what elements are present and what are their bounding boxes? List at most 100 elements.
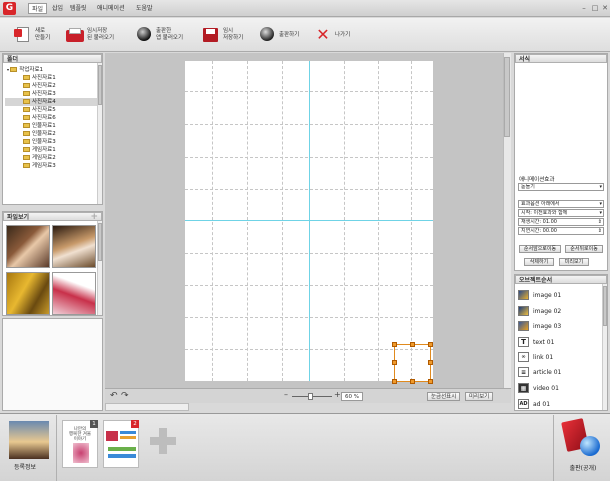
close-icon[interactable]: ✕ bbox=[601, 4, 609, 12]
folder-item[interactable]: 게임자료3 bbox=[23, 162, 56, 170]
file-thumbnail[interactable] bbox=[6, 225, 50, 268]
object-item[interactable]: image 03 bbox=[518, 319, 600, 333]
menu-help[interactable]: 도움말 bbox=[133, 3, 156, 14]
start-select[interactable]: 시작: 이전효과와 함께 ▾ bbox=[518, 209, 604, 217]
delete-button[interactable]: 삭제하기 bbox=[524, 258, 554, 266]
resize-handle[interactable] bbox=[392, 360, 397, 365]
selected-object[interactable] bbox=[392, 342, 433, 384]
file-thumbnail[interactable] bbox=[52, 225, 96, 268]
new-label: 새로 만들기 bbox=[35, 28, 51, 41]
published-load-button[interactable]: 출판한 앱 불러오기 bbox=[135, 23, 183, 47]
globe-icon bbox=[580, 436, 600, 456]
add-page-icon[interactable] bbox=[150, 428, 176, 454]
folder-item[interactable]: 사진자료2 bbox=[23, 82, 56, 90]
add-icon[interactable]: + bbox=[90, 213, 98, 222]
object-item[interactable]: Ttext 01 bbox=[518, 335, 600, 349]
register-thumbnail[interactable] bbox=[9, 421, 49, 459]
folder-item[interactable]: 인물자료2 bbox=[23, 130, 56, 138]
play-time-field[interactable]: 재생시간: 01.00 ⇕ bbox=[518, 218, 604, 226]
menu-template[interactable]: 템플릿 bbox=[67, 3, 90, 14]
folder-item[interactable]: 인물자료3 bbox=[23, 138, 56, 146]
folder-item[interactable]: 사진자료5 bbox=[23, 106, 56, 114]
resize-handle[interactable] bbox=[410, 379, 415, 384]
page-number-2: 2 bbox=[131, 420, 139, 428]
delay-time-field[interactable]: 지연시간: 00.00 ⇕ bbox=[518, 227, 604, 235]
horizontal-guide[interactable] bbox=[185, 220, 433, 221]
file-view-scrollbar[interactable] bbox=[97, 221, 102, 315]
zoom-out-icon[interactable]: – bbox=[284, 390, 288, 399]
menu-file[interactable]: 파일 bbox=[28, 3, 48, 14]
menu-insert[interactable]: 삽입 bbox=[49, 3, 66, 14]
canvas-vscrollbar[interactable] bbox=[503, 53, 511, 388]
animation-effect-label: 애니메이션효과 bbox=[519, 177, 555, 183]
resize-handle[interactable] bbox=[392, 342, 397, 347]
zoom-value[interactable]: 60 % bbox=[341, 392, 363, 401]
temp-load-button[interactable]: 임시저장 된 불러오기 bbox=[66, 23, 114, 47]
style-preview-button[interactable]: 미리보기 bbox=[559, 258, 589, 266]
publish-button[interactable]: 출판(공개) bbox=[558, 416, 608, 478]
folder-scrollbar[interactable] bbox=[97, 63, 102, 204]
folder-item-selected[interactable]: 사진자료4 bbox=[5, 98, 98, 106]
redo-icon[interactable]: ↷ bbox=[121, 391, 129, 401]
object-item[interactable]: AD ad 01 bbox=[518, 397, 600, 411]
menu-animation[interactable]: 애니메이션 bbox=[94, 3, 128, 14]
bottom-strip: 등록정보 1 나만의 행복한 겨울 이야기 2 출판(공개) bbox=[0, 413, 610, 481]
published-load-label: 출판한 앱 불러오기 bbox=[156, 28, 184, 41]
canvas-preview-button[interactable]: 미리보기 bbox=[465, 392, 494, 401]
grid-toggle-button[interactable]: 눈금선표시 bbox=[427, 392, 461, 401]
object-scrollbar[interactable] bbox=[602, 284, 607, 410]
stepper-icon[interactable]: ⇕ bbox=[598, 228, 602, 234]
publish-label: 출판하기 bbox=[279, 31, 300, 38]
stepper-icon[interactable]: ⇕ bbox=[598, 219, 602, 225]
folder-scroll-thumb[interactable] bbox=[98, 65, 102, 105]
object-item[interactable]: image 02 bbox=[518, 304, 600, 318]
minimize-icon[interactable]: – bbox=[580, 4, 588, 12]
style-panel: 서식 애니메이션효과 돋들기 ▾ 효과옵션 아래에서 ▾ 시작: 이전효과와 함께 ▾… bbox=[514, 53, 608, 271]
object-scroll-thumb[interactable] bbox=[603, 286, 607, 326]
move-forward-button[interactable]: 순서앞으로이동 bbox=[519, 245, 561, 253]
vertical-guide[interactable] bbox=[309, 61, 310, 381]
animation-effect-select[interactable]: 돋들기 ▾ bbox=[518, 183, 604, 191]
resize-handle[interactable] bbox=[428, 342, 433, 347]
temp-load-label: 임시저장 된 불러오기 bbox=[87, 28, 115, 41]
object-item[interactable]: image 01 bbox=[518, 288, 600, 302]
ad-icon: AD bbox=[518, 399, 529, 409]
zoom-slider-thumb[interactable] bbox=[308, 393, 313, 400]
file-thumbnail[interactable] bbox=[52, 272, 96, 315]
file-view-scroll-thumb[interactable] bbox=[98, 223, 102, 261]
canvas-scroll-thumb[interactable] bbox=[504, 57, 510, 137]
canvas-hscrollbar[interactable] bbox=[105, 403, 189, 411]
folder-icon bbox=[10, 67, 18, 72]
zoom-in-icon[interactable]: + bbox=[334, 390, 341, 399]
resize-handle[interactable] bbox=[392, 379, 397, 384]
folder-item[interactable]: 게임자료1 bbox=[23, 146, 56, 154]
resize-handle[interactable] bbox=[428, 360, 433, 365]
folder-root[interactable]: ▾ 작업자료1 bbox=[7, 66, 43, 74]
file-thumbnail[interactable] bbox=[6, 272, 50, 315]
folder-item[interactable]: 사진자료1 bbox=[23, 74, 56, 82]
object-item[interactable]: ▦ video 01 bbox=[518, 381, 600, 395]
publish-toolbar-button[interactable]: 출판하기 bbox=[258, 23, 299, 47]
temp-save-button[interactable]: 임시 저장하기 bbox=[202, 23, 243, 47]
exit-button[interactable]: ✕ 나가기 bbox=[314, 23, 350, 47]
resize-handle[interactable] bbox=[410, 342, 415, 347]
folder-item[interactable]: 사진자료6 bbox=[23, 114, 56, 122]
move-backward-button[interactable]: 순서뒤로이동 bbox=[565, 245, 603, 253]
maximize-icon[interactable]: □ bbox=[591, 4, 599, 12]
resize-handle[interactable] bbox=[428, 379, 433, 384]
folder-item[interactable]: 사진자료3 bbox=[23, 90, 56, 98]
folder-icon bbox=[23, 155, 30, 160]
page-canvas[interactable] bbox=[185, 61, 433, 384]
folder-icon bbox=[23, 83, 30, 88]
folder-item[interactable]: 인물자료1 bbox=[23, 122, 56, 130]
temp-save-label: 임시 저장하기 bbox=[223, 28, 244, 41]
effect-option-select[interactable]: 효과옵션 아래에서 ▾ bbox=[518, 200, 604, 208]
page-thumbnail-2[interactable]: 2 bbox=[103, 420, 139, 468]
page-thumbnail-1[interactable]: 1 나만의 행복한 겨울 이야기 bbox=[62, 420, 98, 468]
new-button[interactable]: 새로 만들기 bbox=[14, 23, 50, 47]
folder-item[interactable]: 게임자료2 bbox=[23, 154, 56, 162]
grid-line bbox=[344, 61, 345, 381]
object-item[interactable]: ≡ article 01 bbox=[518, 365, 600, 379]
object-item[interactable]: ∞ link 01 bbox=[518, 350, 600, 364]
undo-icon[interactable]: ↶ bbox=[110, 391, 118, 401]
